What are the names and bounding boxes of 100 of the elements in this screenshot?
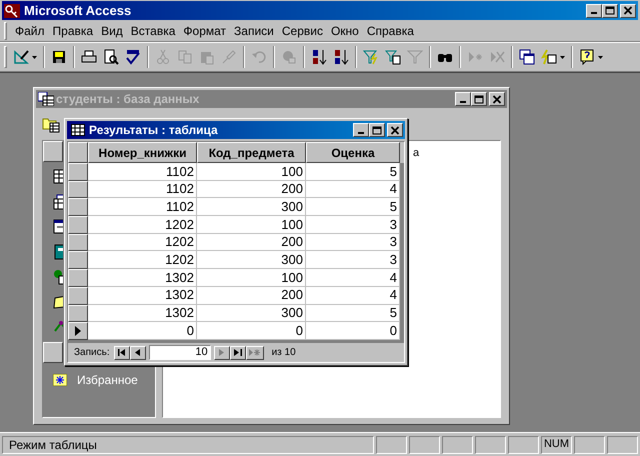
menu-item[interactable]: Файл (11, 22, 49, 40)
minimize-button[interactable] (353, 123, 369, 137)
status-panel (508, 436, 539, 454)
table-cell: 5 (306, 163, 400, 181)
record-number-field[interactable]: 10 (148, 345, 211, 360)
table-cell: 1202 (88, 234, 197, 252)
menu-item[interactable]: Формат (179, 22, 230, 40)
window-title: Результаты : таблица (89, 122, 218, 139)
maximize-button[interactable] (369, 123, 385, 137)
close-button[interactable] (489, 92, 505, 106)
bar-button[interactable] (43, 342, 63, 363)
table-icon (71, 124, 85, 136)
triangle-ruler-icon (13, 49, 29, 65)
record-selector[interactable] (68, 163, 88, 181)
scissors-icon (155, 49, 171, 65)
table-cell: 1302 (88, 269, 197, 287)
record-selector[interactable] (68, 180, 88, 198)
close-button[interactable] (387, 123, 403, 137)
sort-ascending-icon (311, 49, 327, 65)
minimize-button[interactable] (586, 4, 602, 18)
caret-icon (32, 56, 37, 58)
favorites-label[interactable]: Избранное (77, 371, 138, 389)
table-cell: 200 (197, 234, 306, 252)
menu-item[interactable]: Вставка (126, 22, 180, 40)
maximize-button[interactable] (602, 4, 618, 18)
minimize-icon (358, 132, 364, 134)
table-cell: 100 (197, 216, 306, 234)
minimize-icon (460, 100, 466, 102)
first-record-button[interactable] (114, 346, 130, 360)
current-record-icon (75, 326, 81, 336)
windows-icon (519, 49, 535, 65)
maximize-icon (474, 94, 484, 104)
menu-item[interactable]: Сервис (278, 22, 327, 40)
menu-item[interactable]: Справка (362, 22, 418, 40)
menu-item[interactable]: Записи (230, 22, 278, 40)
maximize-icon (372, 126, 382, 134)
table-cell: 4 (306, 269, 400, 287)
star-folder-icon[interactable] (53, 374, 67, 386)
table-cell: 3 (306, 216, 400, 234)
column-header[interactable]: Код_предмета (197, 142, 306, 163)
table-cell: 1102 (88, 198, 197, 216)
table-cell: 0 (197, 322, 306, 340)
maximize-button[interactable] (471, 92, 487, 106)
help-icon (579, 49, 595, 65)
record-selector[interactable] (68, 286, 88, 304)
magnifier-page-icon (103, 49, 119, 65)
record-selector[interactable] (68, 269, 88, 287)
record-selector[interactable] (68, 216, 88, 234)
record-selector[interactable] (68, 304, 88, 322)
last-record-button[interactable] (230, 346, 246, 360)
table-cell: 4 (306, 180, 400, 198)
maximize-icon (605, 6, 615, 15)
record-selector[interactable] (68, 234, 88, 252)
column-header[interactable]: Номер_книжки (88, 142, 197, 163)
globe-page-icon[interactable] (53, 268, 63, 284)
minimize-button[interactable] (455, 92, 471, 106)
close-icon (492, 94, 502, 104)
sort-descending-icon (333, 49, 349, 65)
delete-record-icon (489, 49, 505, 65)
menu-item[interactable]: Окно (326, 22, 363, 40)
previous-record-button[interactable] (130, 346, 146, 360)
table-cell: 0 (306, 322, 400, 340)
object-label[interactable]: а (413, 145, 500, 162)
record-selector[interactable] (68, 251, 88, 270)
filter-lightning-icon (363, 49, 379, 65)
filter-form-icon (385, 49, 401, 65)
bar-button[interactable] (43, 141, 63, 162)
database-icon (38, 92, 54, 106)
paste-icon (199, 49, 215, 65)
menu-item[interactable]: Вид (97, 22, 127, 40)
caret-icon (598, 56, 603, 58)
record-selector[interactable] (68, 198, 88, 216)
corner-cell[interactable] (68, 142, 88, 163)
copy-icon (177, 49, 193, 65)
close-button[interactable] (620, 4, 636, 18)
report-icon[interactable] (53, 244, 63, 260)
status-panel (607, 436, 638, 454)
brush-icon (221, 49, 237, 65)
record-selector[interactable] (68, 322, 88, 340)
new-record-icon (467, 49, 483, 65)
record-count: из 10 (272, 346, 296, 360)
form-icon[interactable] (53, 218, 63, 234)
status-panel (409, 436, 440, 454)
table-cell: 1302 (88, 304, 197, 322)
table-cell: 1302 (88, 286, 197, 304)
table-cell: 300 (197, 251, 306, 270)
table-cell: 100 (197, 163, 306, 181)
record-label: Запись: (74, 346, 110, 360)
table-cell: 1102 (88, 180, 197, 198)
caret-icon (560, 56, 565, 58)
key-icon (4, 4, 20, 18)
spell-check-icon (125, 49, 141, 65)
table-icon[interactable] (53, 168, 63, 184)
table-cell: 3 (306, 234, 400, 252)
globe-link-icon (281, 49, 297, 65)
undo-icon (251, 49, 267, 65)
table-cell: 1202 (88, 251, 197, 270)
column-header[interactable]: Оценка (306, 142, 400, 163)
menu-item[interactable]: Правка (48, 22, 98, 40)
table-cell: 1202 (88, 216, 197, 234)
